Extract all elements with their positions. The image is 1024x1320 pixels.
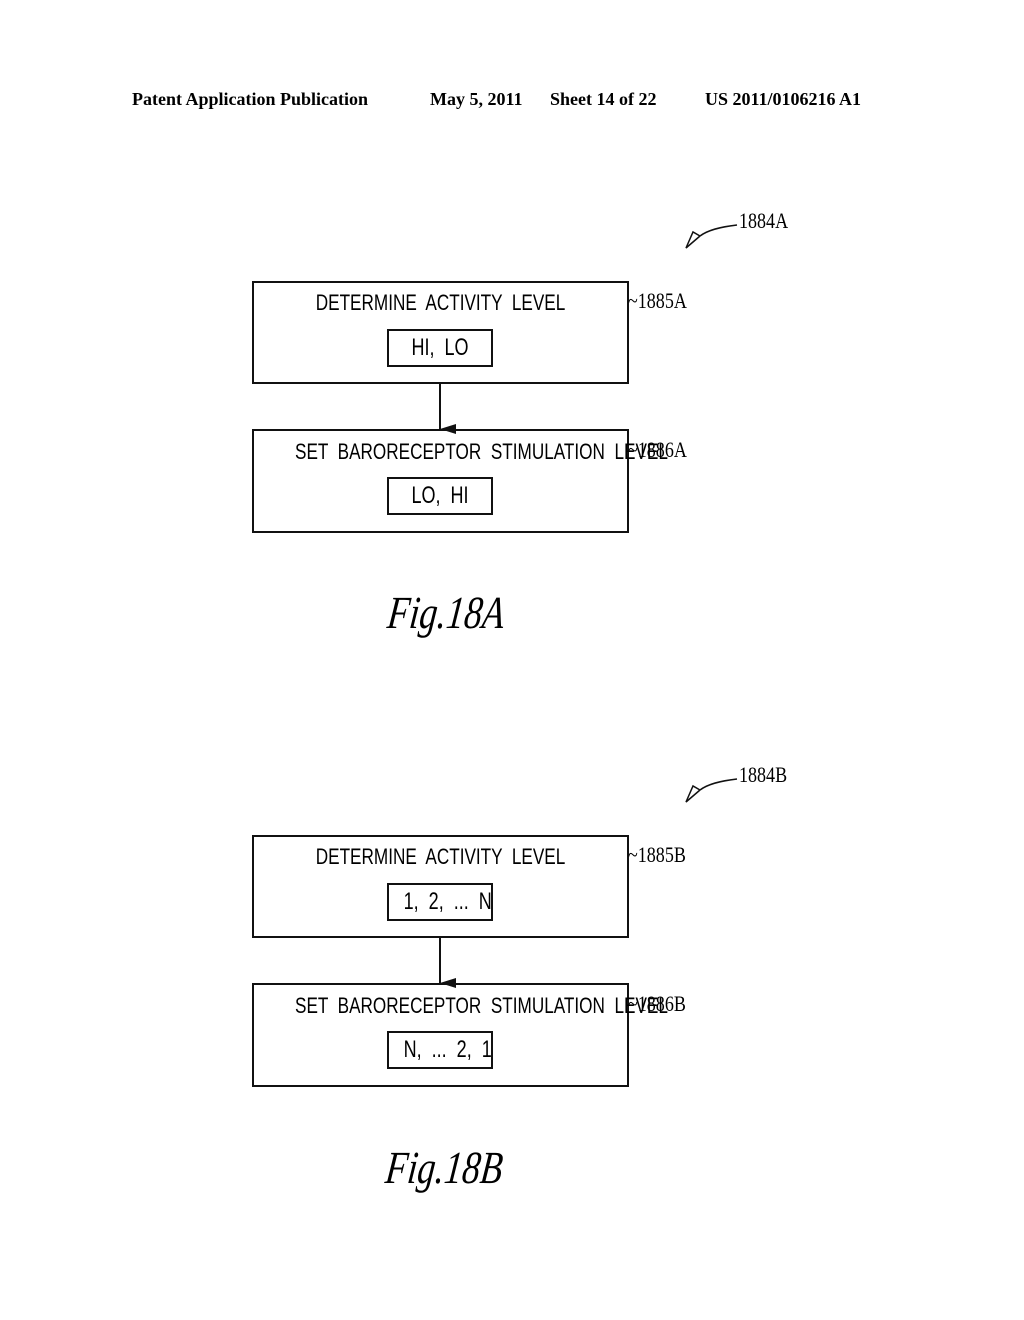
figure-ref-label: 1884B	[739, 762, 788, 787]
publication-date: May 5, 2011	[430, 89, 523, 109]
leader-arrow-icon	[685, 778, 738, 803]
box-value: HI, LO	[387, 329, 493, 367]
box-value: N, ... 2, 1	[387, 1031, 493, 1069]
diagram-lines	[439, 224, 738, 988]
box-ref-label: ~1886B	[628, 991, 686, 1016]
box-value-text: 1, 2, ... N	[403, 888, 492, 915]
box-ref-label: ~1886A	[628, 437, 687, 462]
publication-type: Patent Application Publication	[132, 89, 369, 109]
box-title: DETERMINE ACTIVITY LEVEL	[315, 290, 566, 315]
flow-box-determine-activity: DETERMINE ACTIVITY LEVEL 1, 2, ... N	[252, 835, 629, 938]
box-value: LO, HI	[387, 477, 493, 515]
leader-arrow-icon	[685, 224, 738, 249]
box-ref-label: ~1885A	[628, 288, 687, 313]
box-title: SET BARORECEPTOR STIMULATION LEVEL	[295, 993, 668, 1018]
patent-number: US 2011/0106216 A1	[705, 89, 862, 109]
sheet-number: Sheet 14 of 22	[550, 89, 657, 109]
box-title: SET BARORECEPTOR STIMULATION LEVEL	[295, 439, 668, 464]
flow-box-determine-activity: DETERMINE ACTIVITY LEVEL HI, LO	[252, 281, 629, 384]
figure-caption: Fig.18B	[383, 1142, 506, 1193]
flow-box-set-stimulation: SET BARORECEPTOR STIMULATION LEVEL N, ..…	[252, 983, 668, 1087]
page-header: Patent Application Publication May 5, 20…	[0, 89, 1024, 113]
box-ref-label: ~1885B	[628, 842, 686, 867]
box-title: DETERMINE ACTIVITY LEVEL	[315, 844, 566, 869]
figure-caption: Fig.18A	[385, 587, 508, 638]
box-value-text: N, ... 2, 1	[403, 1036, 492, 1063]
box-value: 1, 2, ... N	[387, 883, 493, 921]
flow-box-set-stimulation: SET BARORECEPTOR STIMULATION LEVEL LO, H…	[252, 429, 668, 533]
figure-ref-label: 1884A	[739, 208, 789, 233]
box-value-text: LO, HI	[411, 482, 469, 509]
box-value-text: HI, LO	[411, 334, 469, 361]
